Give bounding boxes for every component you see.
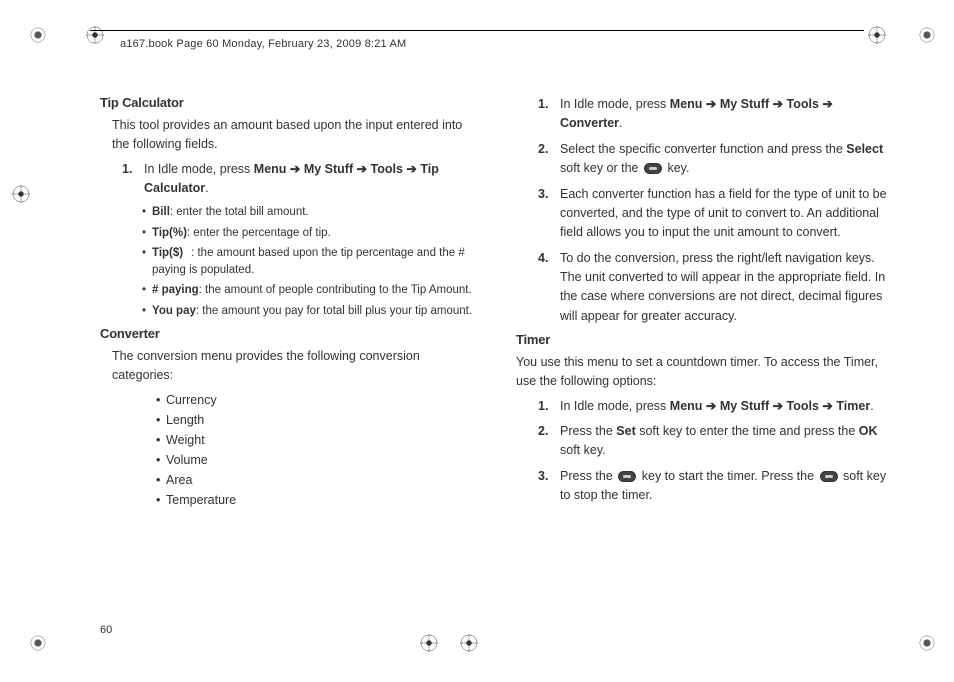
text: soft key or the [560,161,642,175]
step-number: 3. [538,467,560,506]
crop-mark-icon [420,634,438,652]
step-item: 2. Press the Set soft key to enter the t… [538,422,894,461]
tip-calculator-heading: Tip Calculator [100,95,478,110]
step-body: Select the specific converter function a… [560,140,894,179]
list-item: Temperature [156,490,478,510]
field-label: Tip($) [152,247,183,259]
softkey-name: Select [846,142,883,156]
header-text: a167.book Page 60 Monday, February 23, 2… [120,38,406,50]
crop-mark-icon [29,634,47,652]
crop-mark-icon [86,26,104,44]
page-number: 60 [100,624,112,636]
field-label: Tip(%) [152,227,187,239]
nav-path: Menu ➔ My Stuff ➔ Tools ➔ Timer [670,399,870,413]
softkey-name: Set [616,424,635,438]
converter-heading: Converter [100,326,478,341]
page-body: Tip Calculator This tool provides an amo… [100,95,894,622]
step-body: To do the conversion, press the right/le… [560,249,894,327]
field-label: # paying [152,284,199,296]
ok-key-icon [644,163,662,174]
list-item: Volume [156,450,478,470]
text: key. [664,161,689,175]
step-number: 1. [538,397,560,416]
text: Press the [560,424,616,438]
step-item: 4. To do the conversion, press the right… [538,249,894,327]
text: In Idle mode, press [560,399,670,413]
text: In Idle mode, press [144,162,254,176]
timer-intro: You use this menu to set a countdown tim… [516,353,894,391]
text: In Idle mode, press [560,97,670,111]
text: . [870,399,873,413]
right-column: 1. In Idle mode, press Menu ➔ My Stuff ➔… [516,95,894,516]
field-desc: : enter the total bill amount. [170,206,309,218]
step-body: In Idle mode, press Menu ➔ My Stuff ➔ To… [144,160,478,199]
text: . [619,116,622,130]
step-number: 3. [538,185,560,243]
converter-intro: The conversion menu provides the followi… [112,347,478,385]
list-item: Tip($): the amount based upon the tip pe… [142,245,478,280]
field-desc: : the amount of people contributing to t… [199,284,472,296]
list-item: Currency [156,390,478,410]
crop-mark-icon [918,634,936,652]
step-number: 1. [538,95,560,134]
softkey-name: OK [859,424,878,438]
step-body: In Idle mode, press Menu ➔ My Stuff ➔ To… [560,397,894,416]
step-item: 3. Each converter function has a field f… [538,185,894,243]
field-label: You pay [152,305,196,317]
field-desc: : the amount based upon the tip percenta… [152,247,465,276]
list-item: Area [156,470,478,490]
step-number: 1. [122,160,144,199]
step-item: 2. Select the specific converter functio… [538,140,894,179]
list-item: Tip(%): enter the percentage of tip. [142,225,478,242]
field-label: Bill [152,206,170,218]
crop-mark-icon [868,26,886,44]
text: Press the [560,469,616,483]
list-item: # paying: the amount of people contribut… [142,282,478,299]
crop-mark-icon [12,185,30,203]
text: Select the specific converter function a… [560,142,846,156]
crop-mark-icon [918,26,936,44]
step-item: 1. In Idle mode, press Menu ➔ My Stuff ➔… [538,397,894,416]
ok-key-icon [618,471,636,482]
left-column: Tip Calculator This tool provides an amo… [100,95,478,516]
tip-fields-list: Bill: enter the total bill amount. Tip(%… [142,204,478,320]
step-item: 1. In Idle mode, press Menu ➔ My Stuff ➔… [538,95,894,134]
list-item: Bill: enter the total bill amount. [142,204,478,221]
header-rule [90,30,864,31]
field-desc: : the amount you pay for total bill plus… [196,305,472,317]
text: soft key to enter the time and press the [636,424,859,438]
crop-mark-icon [29,26,47,44]
step-number: 2. [538,422,560,461]
step-body: Press the key to start the timer. Press … [560,467,894,506]
tip-calculator-intro: This tool provides an amount based upon … [112,116,478,154]
ok-key-icon [820,471,838,482]
step-body: Each converter function has a field for … [560,185,894,243]
text: soft key. [560,443,606,457]
converter-categories: Currency Length Weight Volume Area Tempe… [156,390,478,510]
list-item: Length [156,410,478,430]
crop-mark-icon [460,634,478,652]
text: . [205,181,208,195]
step-item: 3. Press the key to start the timer. Pre… [538,467,894,506]
timer-heading: Timer [516,332,894,347]
step-number: 4. [538,249,560,327]
step-number: 2. [538,140,560,179]
list-item: Weight [156,430,478,450]
field-desc: : enter the percentage of tip. [187,227,331,239]
text: key to start the timer. Press the [638,469,817,483]
step-body: In Idle mode, press Menu ➔ My Stuff ➔ To… [560,95,894,134]
list-item: You pay: the amount you pay for total bi… [142,303,478,320]
step-item: 1. In Idle mode, press Menu ➔ My Stuff ➔… [122,160,478,199]
step-body: Press the Set soft key to enter the time… [560,422,894,461]
